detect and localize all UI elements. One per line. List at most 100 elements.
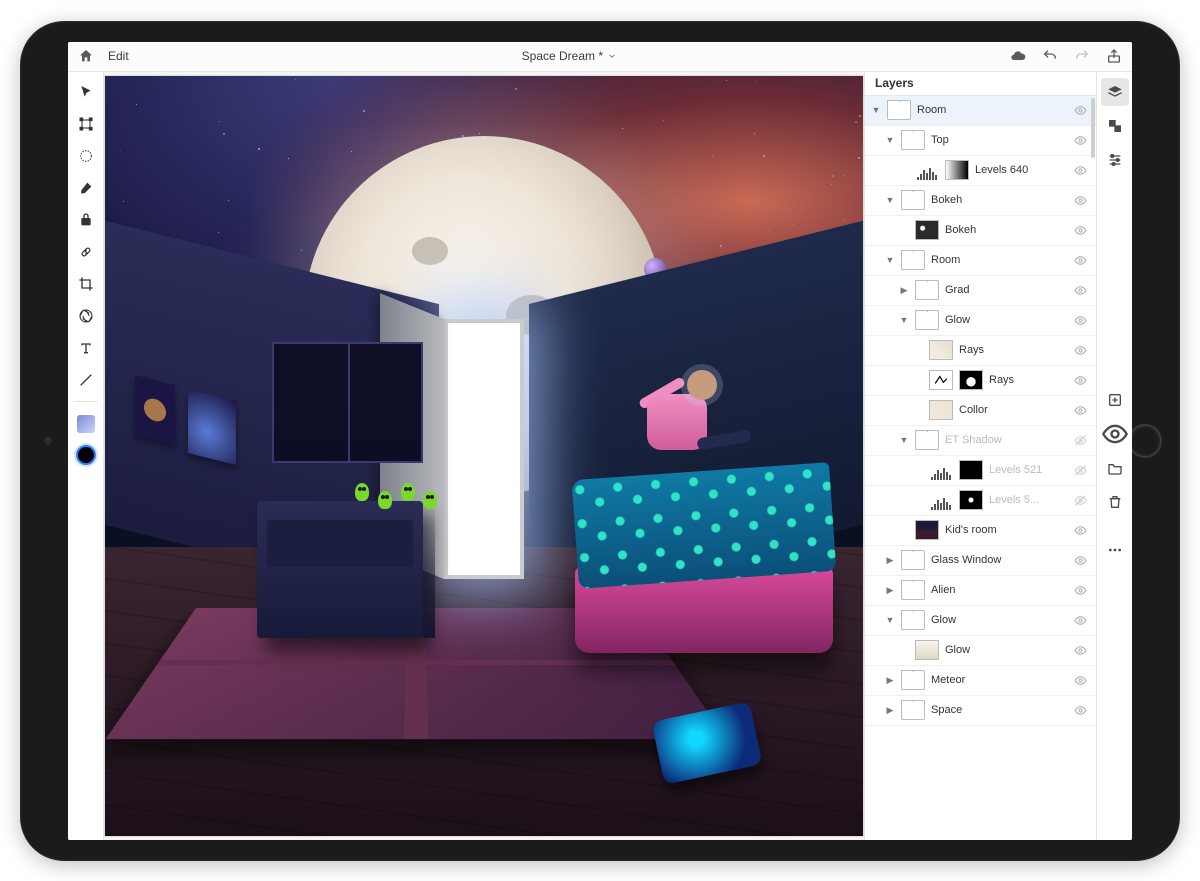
- visibility-on-icon[interactable]: [1074, 554, 1090, 567]
- layer-row[interactable]: Glow: [865, 636, 1096, 666]
- document-title[interactable]: Space Dream *: [522, 49, 603, 63]
- delete[interactable]: [1101, 488, 1129, 516]
- layer-row[interactable]: Bokeh: [865, 216, 1096, 246]
- brush-tool[interactable]: [72, 174, 100, 202]
- more[interactable]: [1101, 536, 1129, 564]
- undo-button[interactable]: [1042, 48, 1058, 64]
- artwork-bed: [575, 471, 833, 653]
- move-tool[interactable]: [72, 78, 100, 106]
- disclosure-right-icon[interactable]: ▶: [899, 285, 909, 296]
- layer-row[interactable]: ▶Grad: [865, 276, 1096, 306]
- layers-list[interactable]: ▼Room▼TopLevels 640▼BokehBokeh▼Room▶Grad…: [865, 96, 1096, 840]
- add-layer[interactable]: [1101, 386, 1129, 414]
- layer-row[interactable]: ▶Alien: [865, 576, 1096, 606]
- layer-row[interactable]: ▼Top: [865, 126, 1096, 156]
- visibility-off-icon[interactable]: [1074, 494, 1090, 507]
- disclosure-down-icon[interactable]: ▼: [871, 105, 881, 115]
- edit-menu[interactable]: Edit: [108, 49, 129, 63]
- home-icon[interactable]: [78, 48, 94, 64]
- layer-row[interactable]: ▼ Room: [865, 246, 1096, 276]
- layer-row[interactable]: Rays: [865, 336, 1096, 366]
- disclosure-right-icon[interactable]: ▶: [885, 705, 895, 716]
- healing-tool[interactable]: [72, 238, 100, 266]
- layer-properties[interactable]: [1101, 112, 1129, 140]
- image-swatch[interactable]: [77, 415, 95, 433]
- layer-thumb: [929, 340, 953, 360]
- visibility-on-icon[interactable]: [1074, 284, 1090, 297]
- visibility-on-icon[interactable]: [1074, 614, 1090, 627]
- visibility-on-icon[interactable]: [1074, 374, 1090, 387]
- adjust-tool[interactable]: [72, 302, 100, 330]
- disclosure-down-icon[interactable]: ▼: [885, 135, 895, 145]
- visibility-on-icon[interactable]: [1074, 314, 1090, 327]
- visibility-on-icon[interactable]: [1074, 254, 1090, 267]
- transform-tool[interactable]: [72, 110, 100, 138]
- redo-button[interactable]: [1074, 48, 1090, 64]
- marquee-tool[interactable]: [72, 142, 100, 170]
- layer-row[interactable]: ▶Meteor: [865, 666, 1096, 696]
- layer-thumb: [915, 520, 939, 540]
- layer-name: Room: [931, 254, 1068, 266]
- visibility-on-icon[interactable]: [1074, 224, 1090, 237]
- layers-panel-toggle[interactable]: [1101, 78, 1129, 106]
- visibility-on-icon[interactable]: [1074, 404, 1090, 417]
- visibility-on-icon[interactable]: [1074, 704, 1090, 717]
- disclosure-right-icon[interactable]: ▶: [885, 555, 895, 566]
- layer-row[interactable]: Levels 521: [865, 456, 1096, 486]
- scrollbar-thumb[interactable]: [1091, 98, 1095, 158]
- layer-row[interactable]: ▼ET Shadow: [865, 426, 1096, 456]
- app-screen: Edit Space Dream *: [68, 42, 1132, 840]
- layer-row[interactable]: Levels 5...: [865, 486, 1096, 516]
- disclosure-down-icon[interactable]: ▼: [885, 615, 895, 625]
- layer-name: Rays: [959, 344, 1068, 356]
- visibility-on-icon[interactable]: [1074, 134, 1090, 147]
- chevron-down-icon[interactable]: [607, 51, 617, 61]
- left-toolbar: [68, 72, 104, 840]
- levels-icon: [929, 490, 953, 510]
- layer-row[interactable]: Kid's room: [865, 516, 1096, 546]
- layer-row[interactable]: ▶Glass Window: [865, 546, 1096, 576]
- visibility-on-icon[interactable]: [1074, 674, 1090, 687]
- disclosure-down-icon[interactable]: ▼: [899, 435, 909, 445]
- visibility-off-icon[interactable]: [1074, 434, 1090, 447]
- layer-row[interactable]: Levels 640: [865, 156, 1096, 186]
- layer-row[interactable]: ▼Glow: [865, 306, 1096, 336]
- foreground-color-button[interactable]: [76, 445, 96, 465]
- ipad-home-button[interactable]: [1128, 424, 1162, 458]
- layer-row[interactable]: Collor: [865, 396, 1096, 426]
- visibility-on-icon[interactable]: [1074, 344, 1090, 357]
- visibility-on-icon[interactable]: [1074, 644, 1090, 657]
- share-button[interactable]: [1106, 48, 1122, 64]
- visibility[interactable]: [1101, 420, 1129, 448]
- layer-row[interactable]: ▼Room: [865, 96, 1096, 126]
- visibility-on-icon[interactable]: [1074, 524, 1090, 537]
- disclosure-right-icon[interactable]: ▶: [885, 675, 895, 686]
- layer-name: Collor: [959, 404, 1068, 416]
- visibility-on-icon[interactable]: [1074, 194, 1090, 207]
- visibility-on-icon[interactable]: [1074, 164, 1090, 177]
- visibility-on-icon[interactable]: [1074, 104, 1090, 117]
- type-tool[interactable]: [72, 334, 100, 362]
- adjustments[interactable]: [1101, 146, 1129, 174]
- disclosure-right-icon[interactable]: ▶: [885, 585, 895, 596]
- layer-row[interactable]: ▼Bokeh: [865, 186, 1096, 216]
- crop-tool[interactable]: [72, 270, 100, 298]
- visibility-off-icon[interactable]: [1074, 464, 1090, 477]
- disclosure-down-icon[interactable]: ▼: [885, 195, 895, 205]
- visibility-on-icon[interactable]: [1074, 584, 1090, 597]
- folder[interactable]: [1101, 454, 1129, 482]
- layer-row[interactable]: Rays: [865, 366, 1096, 396]
- disclosure-down-icon[interactable]: ▼: [885, 255, 895, 265]
- canvas-area[interactable]: [104, 72, 864, 840]
- layer-row[interactable]: ▼Glow: [865, 606, 1096, 636]
- artwork-alien: [378, 491, 392, 509]
- cloud-sync-icon[interactable]: [1010, 48, 1026, 64]
- document-canvas[interactable]: [105, 76, 863, 836]
- clone-tool[interactable]: [72, 206, 100, 234]
- line-tool[interactable]: [72, 366, 100, 394]
- disclosure-down-icon[interactable]: ▼: [899, 315, 909, 325]
- artwork-alien: [355, 483, 369, 501]
- layer-mask-thumb: [959, 490, 983, 510]
- layer-row[interactable]: ▶Space: [865, 696, 1096, 726]
- ipad-device-frame: Edit Space Dream *: [20, 21, 1180, 861]
